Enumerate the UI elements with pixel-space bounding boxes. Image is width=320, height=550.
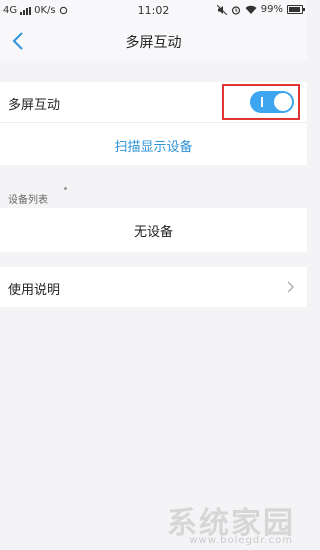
wifi-icon bbox=[245, 5, 257, 14]
no-device-text: 无设备 bbox=[133, 225, 173, 240]
battery-icon bbox=[287, 5, 305, 14]
page-title: 多屏互动 bbox=[125, 35, 182, 51]
chevron-right-icon bbox=[287, 281, 295, 293]
nav-bar: 多屏互动 bbox=[0, 22, 307, 60]
mute-icon bbox=[216, 4, 227, 15]
multi-screen-toggle[interactable] bbox=[250, 91, 294, 113]
status-bar: 4G 0K/s 11:02 99% bbox=[0, 0, 307, 22]
help-label: 使用说明 bbox=[8, 283, 61, 298]
dot-mark bbox=[64, 187, 67, 190]
device-list-header: 设备列表 bbox=[8, 195, 48, 206]
watermark-url: www.bolegdr.com bbox=[189, 535, 293, 546]
scan-devices-link[interactable]: 扫描显示设备 bbox=[0, 136, 307, 155]
help-row[interactable]: 使用说明 bbox=[0, 267, 307, 307]
battery-level: 99% bbox=[260, 4, 283, 15]
multi-screen-label: 多屏互动 bbox=[8, 98, 61, 113]
toggle-on-mark bbox=[261, 97, 263, 107]
toggle-knob bbox=[274, 93, 292, 111]
status-right: 99% bbox=[216, 4, 305, 15]
watermark: 系统家园 www.bolegdr.com bbox=[139, 498, 299, 546]
alarm-icon bbox=[231, 5, 240, 15]
